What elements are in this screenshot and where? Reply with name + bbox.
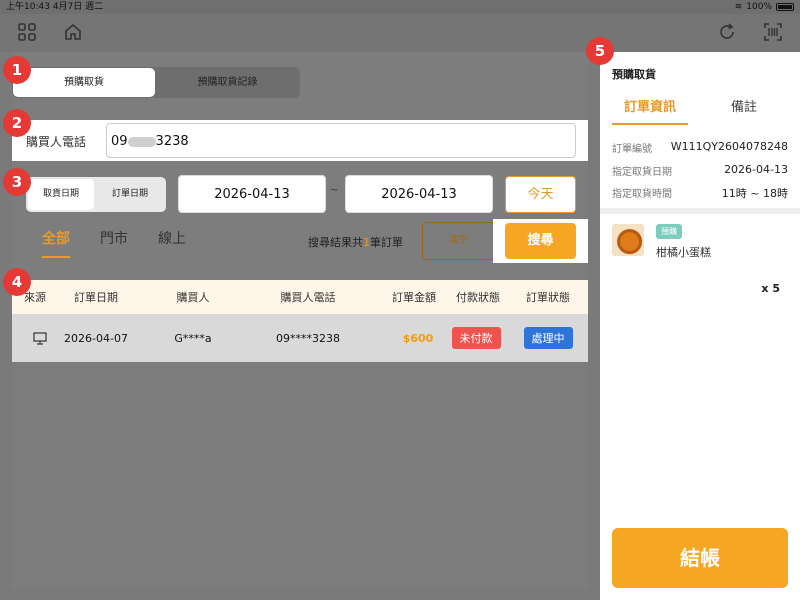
- end-date-input[interactable]: 2026-04-13: [345, 175, 493, 213]
- col-amount: 訂單金額: [392, 291, 436, 304]
- source-tabs: 全部 門市 線上: [42, 228, 186, 258]
- status-bar: 上午10:43 4月7日 週二 ≋ 100%: [0, 0, 800, 14]
- tab-order-date[interactable]: 訂單日期: [96, 179, 164, 210]
- phone-prefix: 09: [111, 134, 128, 149]
- order-detail-panel: 預購取貨 訂單資訊 備註 訂單編號 W111QY2604078248 指定取貨日期…: [600, 52, 800, 600]
- step-badge-4: 4: [3, 268, 31, 296]
- date-type-tabs: 取貨日期 訂單日期: [26, 177, 166, 212]
- col-order-date: 訂單日期: [74, 291, 118, 304]
- col-payment-status: 付款狀態: [456, 291, 500, 304]
- row-buyer: G****a: [174, 331, 212, 345]
- clear-button[interactable]: 清空: [422, 222, 494, 260]
- tab-preorder-pickup[interactable]: 預購取貨: [13, 68, 155, 97]
- step-badge-2: 2: [3, 109, 31, 137]
- status-right: ≋ 100%: [735, 0, 794, 14]
- table-row[interactable]: 2026-04-07 G****a 09****3238 $600 未付款 處理…: [12, 314, 588, 362]
- tab-store[interactable]: 門市: [100, 228, 128, 258]
- step-badge-5: 5: [586, 37, 614, 65]
- pickup-tabs: 預購取貨 預購取貨記錄: [12, 67, 300, 98]
- tab-pickup-records[interactable]: 預購取貨記錄: [156, 68, 299, 97]
- wifi-icon: ≋: [734, 2, 743, 12]
- checkout-button[interactable]: 結帳: [612, 528, 788, 588]
- result-count: 1: [363, 236, 370, 249]
- orders-table: 來源 訂單日期 購買人 購買人電話 訂單金額 付款狀態 訂單狀態 2026-04…: [12, 280, 588, 362]
- refresh-icon[interactable]: [715, 22, 739, 44]
- table-header: 來源 訂單日期 購買人 購買人電話 訂單金額 付款狀態 訂單狀態: [12, 280, 588, 314]
- step-badge-3: 3: [3, 168, 31, 196]
- phone-row: 購買人電話 09 3238: [12, 120, 588, 161]
- row-payment-status: 未付款: [446, 314, 506, 362]
- result-summary: 搜尋結果共1筆訂單: [308, 236, 403, 249]
- row-amount: $600: [402, 331, 434, 345]
- status-time: 上午10:43 4月7日 週二: [6, 2, 104, 12]
- col-order-status: 訂單狀態: [526, 291, 570, 304]
- tab-online[interactable]: 線上: [158, 228, 186, 258]
- row-order-status: 處理中: [516, 314, 580, 362]
- phone-label: 購買人電話: [26, 135, 87, 149]
- grid-icon[interactable]: [15, 22, 39, 44]
- home-icon[interactable]: [61, 22, 85, 44]
- start-date-input[interactable]: 2026-04-13: [178, 175, 326, 213]
- step-badge-1: 1: [3, 56, 31, 84]
- panel-divider: [600, 208, 800, 214]
- date-row: 取貨日期 訂單日期 2026-04-13 ~ 2026-04-13 今天: [12, 173, 588, 215]
- item-thumbnail: [612, 224, 644, 256]
- tab-notes[interactable]: 備註: [706, 96, 782, 115]
- monitor-icon: [22, 314, 58, 362]
- item-quantity: x 5: [761, 282, 780, 295]
- item-name: 柑橘小蛋糕: [656, 246, 711, 259]
- battery-icon: [776, 3, 794, 11]
- row-order-date: 2026-04-07: [64, 331, 128, 345]
- scan-icon[interactable]: [761, 22, 785, 44]
- tab-pickup-date[interactable]: 取貨日期: [28, 179, 94, 210]
- phone-input[interactable]: 09 3238: [106, 123, 576, 158]
- tab-order-info[interactable]: 訂單資訊: [612, 96, 688, 125]
- panel-tabs: 訂單資訊 備註: [600, 96, 800, 126]
- phone-suffix: 3238: [155, 134, 189, 149]
- today-button[interactable]: 今天: [505, 176, 576, 213]
- unpaid-badge: 未付款: [451, 327, 501, 349]
- row-buyer-phone: 09****3238: [276, 331, 340, 345]
- battery-percent: 100%: [746, 2, 772, 12]
- phone-masked: [127, 136, 156, 147]
- panel-title: 預購取貨: [612, 68, 656, 81]
- main-panel: 1 預購取貨 預購取貨記錄 2 購買人電話 09 3238 3 取貨日期 訂單日期…: [3, 52, 588, 588]
- search-button[interactable]: 搜尋: [505, 223, 576, 259]
- col-buyer: 購買人: [176, 291, 210, 304]
- search-wrap: 搜尋: [493, 219, 588, 263]
- tab-all[interactable]: 全部: [42, 228, 70, 258]
- preorder-tag: 預購: [656, 224, 682, 239]
- toolbar: [0, 14, 800, 52]
- col-buyer-phone: 購買人電話: [280, 291, 336, 304]
- date-separator: ~: [330, 185, 339, 196]
- processing-badge: 處理中: [523, 327, 573, 349]
